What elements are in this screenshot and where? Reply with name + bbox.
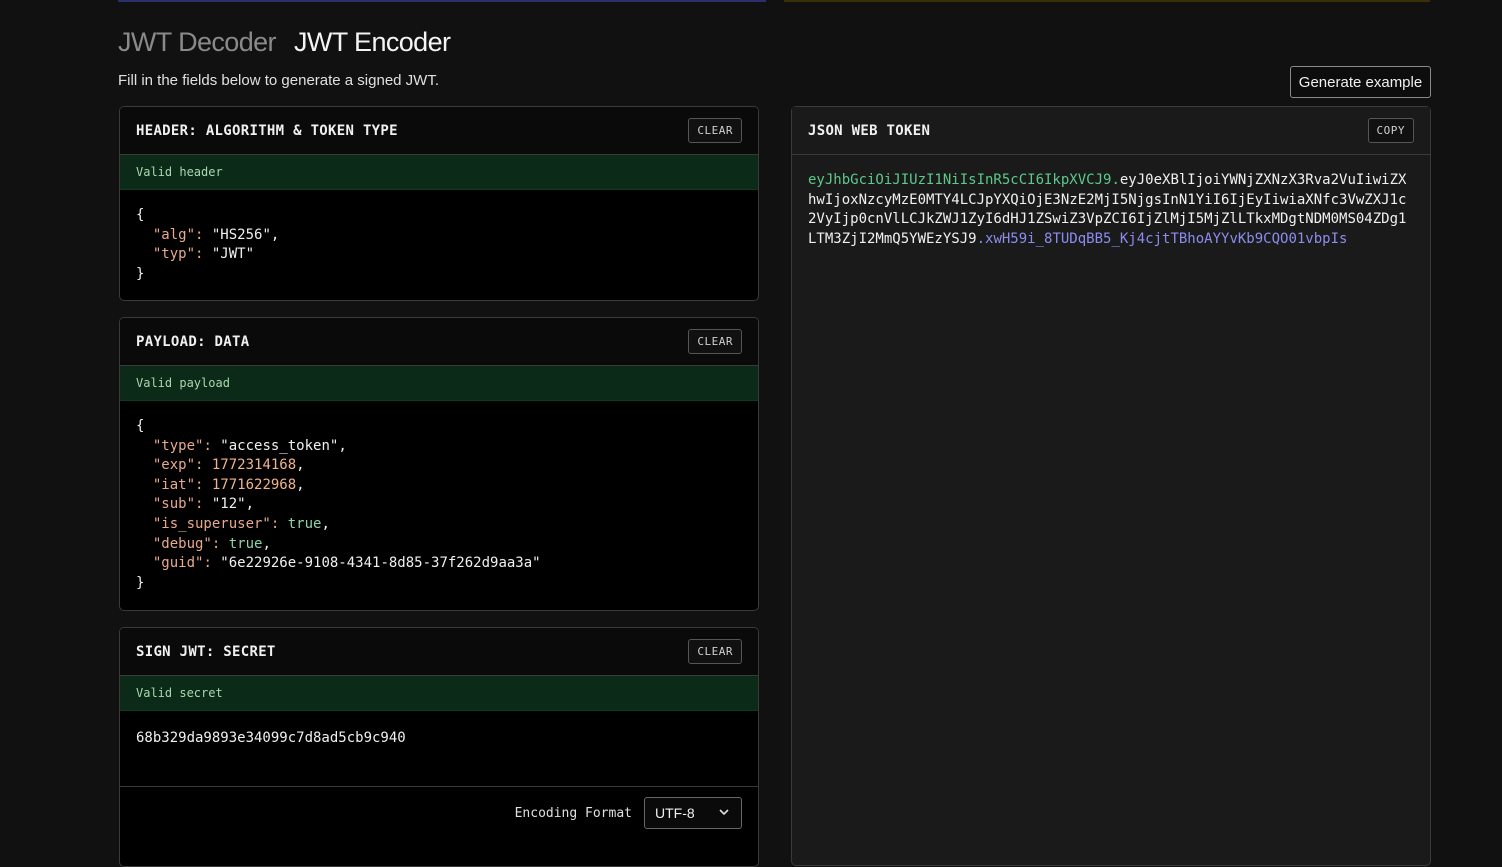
payload-panel-head: PAYLOAD: DATA CLEAR	[120, 318, 758, 366]
header-clear-button[interactable]: CLEAR	[688, 118, 742, 143]
json-comma: ,	[296, 457, 305, 474]
payload-panel: PAYLOAD: DATA CLEAR Valid payload { "typ…	[119, 317, 759, 611]
copy-button[interactable]: COPY	[1367, 118, 1414, 143]
json-value: "12"	[211, 496, 246, 513]
json-colon: :	[203, 555, 221, 572]
jwt-token-signature: xwH59i_8TUDqBB5_Kj4cjtTBhoAYYvKb9CQO01vb…	[985, 230, 1348, 247]
encoder-tab-indicator	[784, 0, 1430, 2]
json-key: "alg"	[152, 226, 196, 243]
json-close-brace: }	[136, 574, 145, 591]
json-colon: :	[195, 496, 212, 513]
jwt-token-header: eyJhbGciOiJIUzI1NiIsInR5cCI6IkpXVCJ9	[808, 172, 1112, 188]
payload-panel-title: PAYLOAD: DATA	[136, 333, 250, 350]
decoder-tab-indicator	[118, 0, 766, 2]
jwt-token-dot-2: .	[976, 230, 986, 247]
json-comma: ,	[296, 476, 305, 493]
encoding-format-value: UTF-8	[655, 805, 695, 821]
json-comma: ,	[338, 437, 347, 454]
header-editor[interactable]: { "alg": "HS256", "typ": "JWT" }	[120, 190, 758, 284]
json-comma: ,	[262, 535, 271, 552]
secret-panel-title: SIGN JWT: SECRET	[136, 643, 276, 660]
jwt-token[interactable]: eyJhbGciOiJIUzI1NiIsInR5cCI6IkpXVCJ9.eyJ…	[792, 155, 1430, 265]
generate-example-button[interactable]: Generate example	[1290, 66, 1431, 98]
json-key: "sub"	[152, 496, 196, 513]
secret-clear-button[interactable]: CLEAR	[688, 639, 742, 664]
encoding-format-select[interactable]: UTF-8	[644, 797, 742, 829]
json-open-brace: {	[136, 418, 145, 434]
json-key: "debug"	[152, 535, 212, 552]
json-colon: :	[195, 246, 212, 263]
chevron-down-icon	[717, 805, 731, 822]
jwt-panel-title: JSON WEB TOKEN	[808, 122, 931, 139]
json-colon: :	[211, 535, 229, 552]
json-value: "6e22926e-9108-4341-8d85-37f262d9aa3a"	[220, 555, 541, 572]
header-status: Valid header	[120, 155, 758, 190]
json-value: "JWT"	[211, 246, 255, 263]
json-value: 1771622968	[211, 476, 297, 493]
json-value: true	[228, 535, 263, 552]
tab-jwt-encoder[interactable]: JWT Encoder	[294, 27, 451, 58]
header-panel-head: HEADER: ALGORITHM & TOKEN TYPE CLEAR	[120, 107, 758, 155]
secret-status: Valid secret	[120, 676, 758, 711]
encoding-row: Encoding Format UTF-8	[120, 786, 758, 839]
json-value: "access_token"	[220, 437, 339, 454]
json-value: 1772314168	[211, 457, 297, 474]
json-value: "HS256"	[211, 226, 271, 243]
json-key: "guid"	[152, 555, 204, 572]
encoding-format-label: Encoding Format	[514, 805, 632, 821]
json-colon: :	[195, 226, 212, 243]
jwt-output-panel: JSON WEB TOKEN COPY eyJhbGciOiJIUzI1NiIs…	[791, 106, 1431, 866]
json-comma: ,	[245, 496, 255, 513]
mode-tabs: JWT Decoder JWT Encoder	[118, 24, 451, 60]
secret-panel-head: SIGN JWT: SECRET CLEAR	[120, 628, 758, 676]
jwt-token-dot-1: .	[1111, 172, 1120, 188]
json-value: true	[287, 515, 322, 532]
jwt-panel-head: JSON WEB TOKEN COPY	[792, 107, 1430, 155]
json-comma: ,	[321, 515, 330, 532]
header-panel: HEADER: ALGORITHM & TOKEN TYPE CLEAR Val…	[119, 106, 759, 301]
json-key: "is_superuser"	[152, 515, 271, 532]
json-open-brace: {	[136, 207, 145, 223]
header-panel-title: HEADER: ALGORITHM & TOKEN TYPE	[136, 122, 398, 139]
json-colon: :	[270, 515, 288, 532]
json-colon: :	[195, 457, 212, 474]
json-colon: :	[203, 437, 221, 454]
tab-jwt-decoder[interactable]: JWT Decoder	[118, 27, 277, 58]
payload-editor[interactable]: { "type": "access_token", "exp": 1772314…	[120, 401, 758, 593]
json-key: "type"	[152, 437, 204, 454]
payload-status: Valid payload	[120, 366, 758, 401]
json-key: "typ"	[152, 246, 196, 263]
page-subtitle: Fill in the fields below to generate a s…	[118, 72, 439, 89]
secret-input[interactable]: 68b329da9893e34099c7d8ad5cb9c940	[120, 711, 758, 749]
json-key: "exp"	[152, 457, 196, 474]
json-key: "iat"	[152, 476, 196, 493]
json-comma: ,	[270, 226, 280, 243]
json-close-brace: }	[136, 265, 145, 282]
json-colon: :	[195, 476, 212, 493]
payload-clear-button[interactable]: CLEAR	[688, 329, 742, 354]
secret-panel: SIGN JWT: SECRET CLEAR Valid secret 68b3…	[119, 627, 759, 867]
